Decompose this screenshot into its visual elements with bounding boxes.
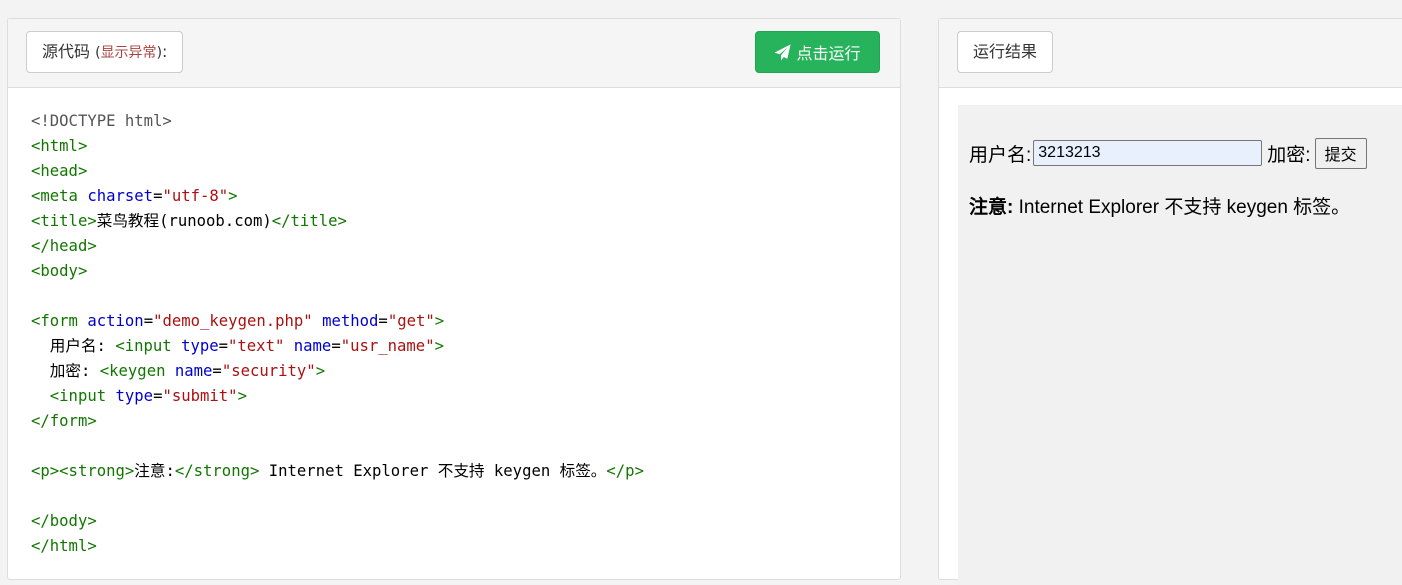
code-line: <title>菜鸟教程(runoob.com)</title> — [31, 209, 644, 234]
code-token: <input — [49, 387, 116, 405]
code-token: name — [174, 362, 213, 380]
display-error-link[interactable]: 显示异常 — [101, 45, 157, 61]
code-token: </p> — [606, 462, 644, 480]
code-token: </title> — [271, 212, 347, 230]
code-token: > — [237, 387, 247, 405]
code-token: <html> — [31, 137, 88, 155]
code-token: = — [212, 362, 222, 380]
code-token: > — [228, 187, 238, 205]
code-token: <p><strong> — [31, 462, 135, 480]
result-panel: 运行结果 用户名: 加密: 提交 注意: Internet Explorer 不… — [938, 18, 1402, 585]
code-token: <input — [115, 337, 182, 355]
code-token: <form — [31, 312, 88, 330]
code-line: 加密: <keygen name="security"> — [31, 359, 644, 384]
source-code-title: 源代码 — [42, 42, 96, 61]
code-line: </head> — [31, 234, 644, 259]
code-token: "submit" — [162, 387, 238, 405]
code-line: <p><strong>注意:</strong> Internet Explore… — [31, 459, 644, 484]
code-token: 用户名: — [31, 337, 116, 355]
code-token: "security" — [221, 362, 316, 380]
code-token: </strong> — [174, 462, 260, 480]
code-token: > — [434, 337, 444, 355]
code-token: "text" — [228, 337, 285, 355]
code-line: <head> — [31, 159, 644, 184]
code-token: Internet Explorer 不支持 keygen 标签。 — [259, 462, 607, 480]
code-token: = — [218, 337, 229, 355]
code-token: > — [315, 362, 326, 380]
source-code-header: 源代码 (显示异常): 点击运行 — [8, 19, 900, 88]
code-token: type — [115, 387, 154, 405]
code-token: </head> — [31, 237, 97, 255]
run-button[interactable]: 点击运行 — [755, 31, 880, 73]
code-token: method — [322, 312, 379, 330]
code-token: <meta — [31, 187, 88, 205]
run-button-label: 点击运行 — [796, 46, 861, 63]
result-header: 运行结果 — [939, 19, 1402, 88]
code-token: <title> — [31, 212, 97, 230]
code-line: <input type="submit"> — [31, 384, 644, 409]
code-token: "usr_name" — [340, 337, 435, 355]
code-token: <!DOCTYPE html> — [31, 112, 172, 130]
note-text: Internet Explorer 不支持 keygen 标签。 — [1013, 197, 1351, 218]
code-token: <body> — [31, 262, 88, 280]
code-token: </html> — [31, 537, 97, 555]
code-token: 加密: — [31, 362, 100, 380]
code-line: <form action="demo_keygen.php" method="g… — [31, 309, 644, 334]
username-input[interactable] — [1033, 140, 1263, 166]
code-token: 注意: — [134, 462, 175, 480]
code-token: action — [87, 312, 144, 330]
code-token: </body> — [31, 512, 97, 530]
code-editor[interactable]: <!DOCTYPE html> <html> <head> <meta charset… — [31, 109, 644, 559]
code-line: <meta charset="utf-8"> — [31, 184, 644, 209]
note-strong: 注意: — [969, 197, 1014, 218]
code-token: "utf-8" — [162, 187, 229, 205]
code-token: "demo_keygen.php" — [153, 312, 313, 330]
code-token: 菜鸟教程(runoob.com) — [96, 212, 272, 230]
code-token: <keygen — [99, 362, 175, 380]
demo-form: 用户名: 加密: 提交 — [969, 137, 1367, 169]
code-line: </html> — [31, 534, 644, 559]
code-line: <!DOCTYPE html> — [31, 109, 644, 134]
code-token: > — [434, 312, 445, 330]
code-token: type — [181, 337, 219, 355]
code-token: = — [143, 312, 154, 330]
source-code-panel: 源代码 (显示异常): 点击运行 <!DOCTYPE html> <html> <h… — [7, 18, 901, 580]
keygen-label: 加密: — [1267, 144, 1311, 166]
code-token: charset — [87, 187, 154, 205]
code-token: = — [378, 312, 388, 330]
code-token: = — [331, 337, 341, 355]
result-label: 运行结果 — [957, 31, 1054, 73]
code-token: name — [293, 337, 332, 355]
code-token: "get" — [387, 312, 435, 330]
code-token: <head> — [31, 162, 88, 180]
code-line: <html> — [31, 134, 644, 159]
code-line: </body> — [31, 509, 644, 534]
source-code-label: 源代码 (显示异常): — [26, 31, 184, 73]
note-paragraph: 注意: Internet Explorer 不支持 keygen 标签。 — [969, 192, 1350, 219]
submit-button[interactable]: 提交 — [1314, 137, 1367, 169]
code-line: <body> — [31, 259, 644, 284]
code-token: </form> — [31, 412, 97, 430]
code-line: 用户名: <input type="text" name="usr_name"> — [31, 334, 644, 359]
code-line: </form> — [31, 409, 644, 434]
result-frame: 用户名: 加密: 提交 注意: Internet Explorer 不支持 ke… — [958, 105, 1402, 585]
label-colon: : — [162, 42, 168, 61]
paper-plane-icon — [775, 43, 792, 60]
username-label: 用户名: — [969, 144, 1032, 166]
